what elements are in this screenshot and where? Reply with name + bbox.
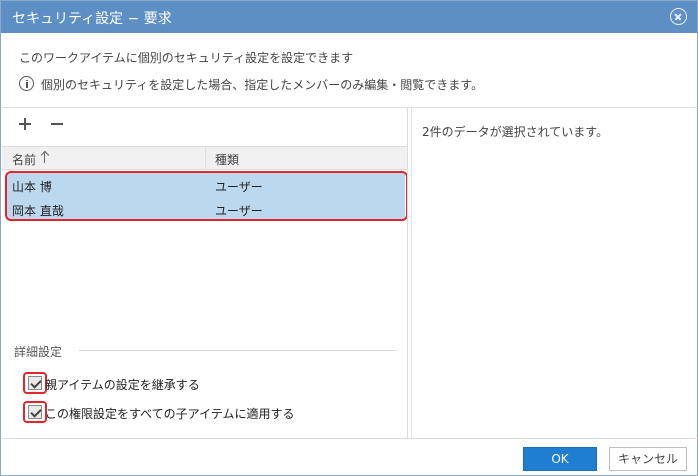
minus-icon[interactable] [50,117,64,131]
section-divider [79,350,397,351]
dialog-description: このワークアイテムに個別のセキュリティ設定を設定できます [19,51,354,65]
close-icon[interactable] [670,8,687,25]
info-icon [19,76,34,91]
column-header-type[interactable]: 種類 [215,151,239,168]
rows-highlight-box [5,171,408,221]
selection-status-text: 2件のデータが選択されています。 [422,125,609,139]
inherit-parent-label[interactable]: 親アイテムの設定を継承する [45,376,200,393]
column-divider[interactable] [205,147,206,169]
divider [2,438,698,439]
cancel-button[interactable]: キャンセル [609,447,687,471]
column-header-name[interactable]: 名前 [12,151,36,168]
inherit-parent-checkbox[interactable] [28,376,42,390]
dialog-titlebar: セキュリティ設定 − 要求 [1,1,697,33]
plus-icon[interactable] [18,117,32,131]
info-text: 個別のセキュリティを設定した場合、指定したメンバーのみ編集・閲覧できます。 [41,78,484,92]
ok-button[interactable]: OK [523,447,597,471]
grid-header: 名前 種類 [2,146,407,170]
checkbox-highlight [23,372,47,394]
panel-splitter[interactable] [407,108,408,438]
checkbox-highlight [23,401,47,423]
apply-to-children-label[interactable]: この権限設定をすべての子アイテムに適用する [45,405,294,422]
apply-to-children-checkbox[interactable] [28,405,42,419]
security-settings-dialog: セキュリティ設定 − 要求 このワークアイテムに個別のセキュリティ設定を設定でき… [0,0,698,476]
dialog-title: セキュリティ設定 − 要求 [12,11,172,27]
panel-divider [411,108,412,438]
details-section-title: 詳細設定 [14,345,63,359]
sort-ascending-icon [40,150,50,164]
divider [2,107,698,108]
